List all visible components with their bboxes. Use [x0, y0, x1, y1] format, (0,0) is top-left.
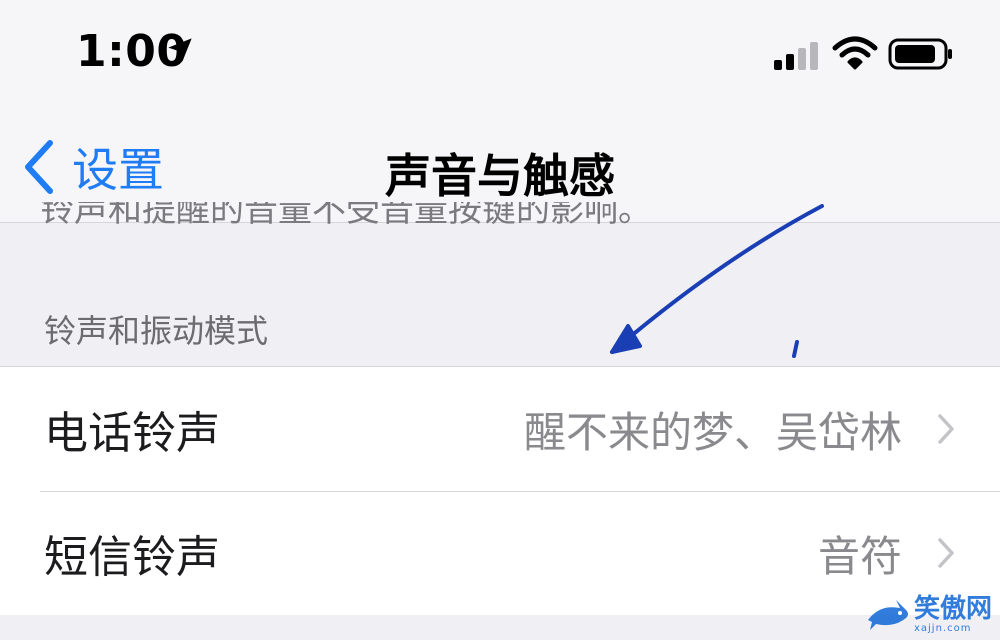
ringtone-label: 电话铃声 — [44, 408, 220, 459]
cellular-signal-icon — [774, 42, 818, 70]
page-title: 声音与触感 — [385, 149, 615, 203]
section-header: 铃声和振动模式 — [44, 312, 269, 350]
watermark-text: 笑傲网 — [913, 594, 992, 624]
text-tone-label: 短信铃声 — [44, 532, 220, 583]
list-item-ringtone[interactable]: 电话铃声 醒不来的梦、吴岱林 — [0, 367, 1000, 491]
list-item-text-tone[interactable]: 短信铃声 音符 — [0, 491, 1000, 615]
watermark: 笑傲网 xajjn.com — [866, 595, 992, 634]
wifi-icon — [832, 36, 878, 70]
battery-icon — [888, 38, 952, 70]
ringtone-value: 醒不来的梦、吴岱林 — [523, 407, 902, 457]
chevron-right-icon — [938, 414, 954, 444]
text-tone-value: 音符 — [817, 531, 902, 581]
watermark-url: xajjn.com — [913, 623, 972, 634]
shark-logo-icon — [867, 599, 908, 630]
location-arrow-icon — [168, 38, 192, 62]
chevron-right-icon — [938, 538, 954, 568]
section-footer-text-content: 铃声和提醒的音量不受音量按键的影响。 — [40, 202, 652, 230]
settings-list: 电话铃声 醒不来的梦、吴岱林 短信铃声 音符 — [0, 366, 1000, 615]
section-footer-text: 铃声和提醒的音量不受音量按键的影响。 — [40, 202, 960, 230]
status-bar: 1:00 — [0, 0, 1000, 110]
